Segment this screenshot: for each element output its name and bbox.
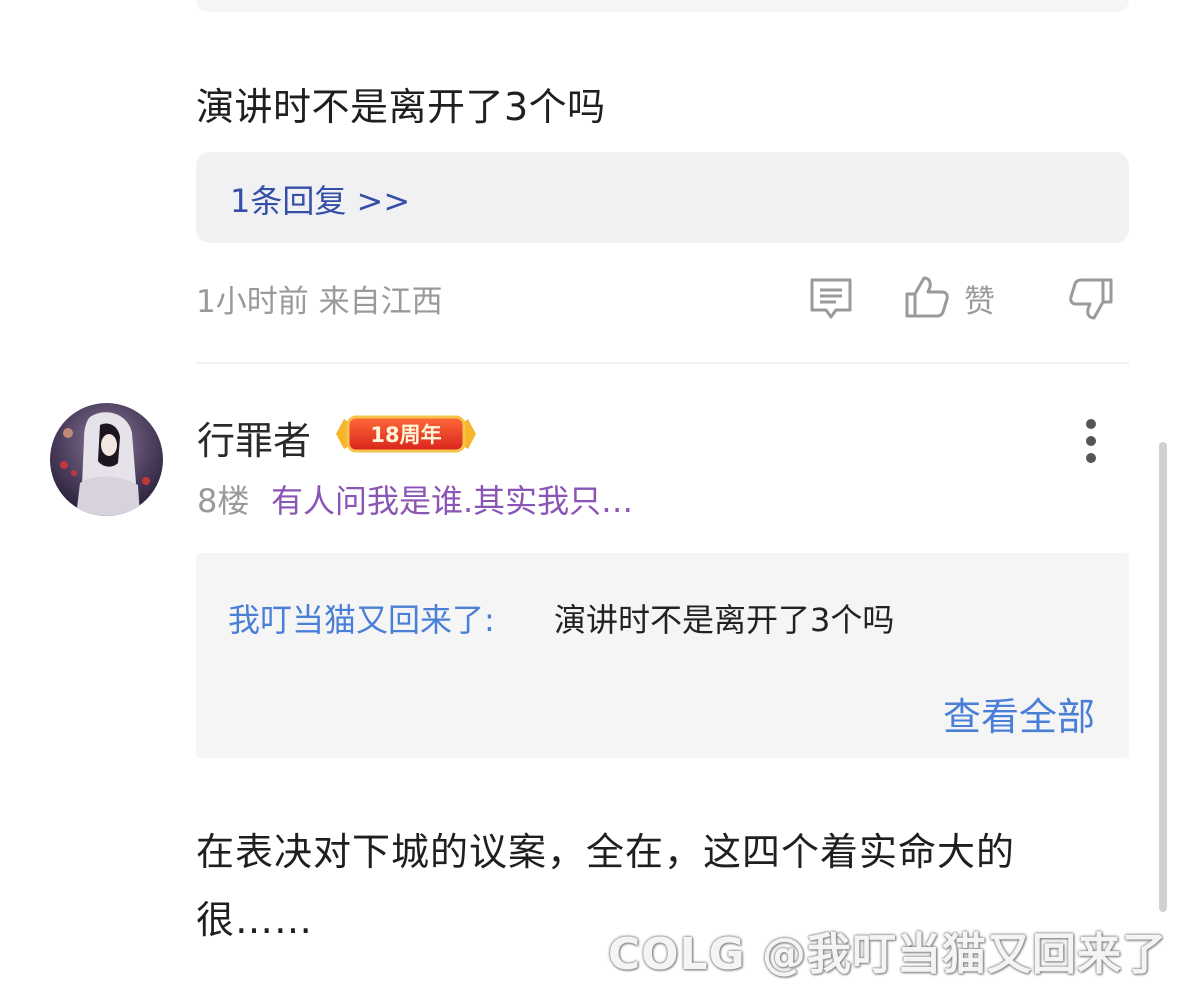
quoted-reply-user[interactable]: 我叮当猫又回来了:: [228, 595, 495, 641]
view-all-link[interactable]: 查看全部: [943, 686, 1095, 741]
previous-comment-box-bottom: [196, 0, 1129, 12]
more-options-icon[interactable]: [1076, 414, 1106, 468]
username[interactable]: 行罪者: [197, 410, 311, 465]
reply-link-box[interactable]: 1条回复 >>: [196, 152, 1129, 243]
anniversary-badge: 18周年: [336, 415, 476, 453]
watermark: COLG @我叮当猫又回来了: [607, 929, 1167, 980]
previous-comment-text: 演讲时不是离开了3个吗: [196, 85, 606, 129]
badge-text: 18周年: [370, 423, 441, 447]
quoted-reply-box[interactable]: 我叮当猫又回来了: 演讲时不是离开了3个吗 查看全部: [196, 553, 1129, 758]
thumbs-down-icon[interactable]: [1068, 276, 1114, 322]
comment-divider: [196, 362, 1129, 364]
quoted-reply-text: 演讲时不是离开了3个吗: [554, 601, 895, 639]
reply-count-link[interactable]: 1条回复 >>: [230, 176, 410, 222]
comment-meta: 1小时前 来自江西: [196, 284, 443, 320]
thumbs-up-icon[interactable]: [904, 274, 950, 320]
comment-icon[interactable]: [808, 276, 854, 322]
comment-body-line: 在表决对下城的议案，全在，这四个着实命大的: [196, 830, 1016, 874]
like-label[interactable]: 赞: [964, 276, 995, 321]
floor-number: 8楼: [197, 482, 250, 520]
user-signature: 有人问我是谁.其实我只…: [271, 482, 634, 520]
avatar[interactable]: [50, 403, 163, 516]
scrollbar[interactable]: [1159, 442, 1167, 912]
